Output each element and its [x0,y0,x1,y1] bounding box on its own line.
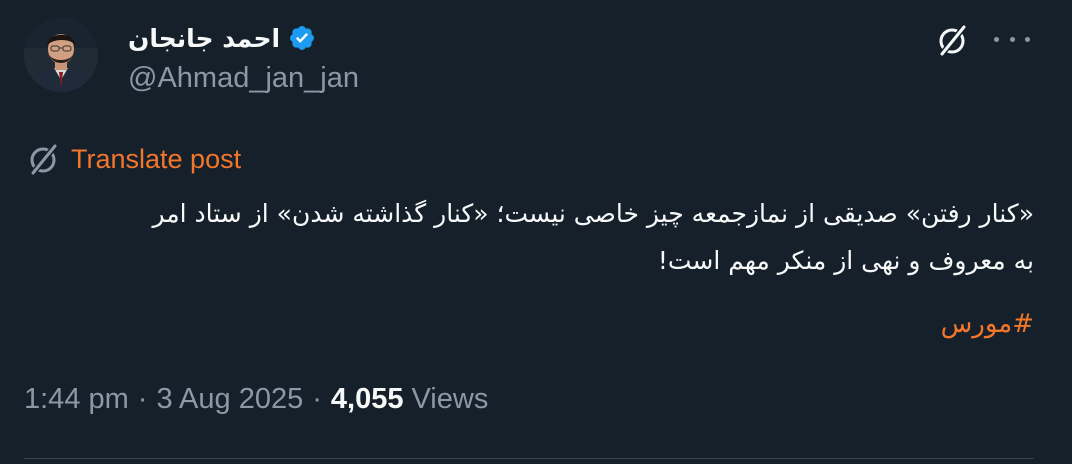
post-time[interactable]: 1:44 pm [24,383,129,416]
meta-separator: · [137,383,148,415]
tweet-text-line-1: «کنار رفتن» صدیقی از نمازجمعه چیز خاصی ن… [152,199,1034,228]
more-options-button[interactable] [994,24,1030,54]
avatar-image [24,18,98,92]
views-count[interactable]: 4,055 [331,383,404,416]
tweet-text-line-2: به معروف و نهی از منکر مهم است! [657,246,1034,275]
meta-separator: · [312,383,322,415]
grok-icon[interactable] [935,22,971,58]
more-horizontal-icon [994,36,999,42]
avatar[interactable] [24,18,98,92]
post-date[interactable]: 3 Aug 2025 [156,383,303,416]
views-label: Views [411,383,489,415]
hashtag-link[interactable]: #مورس [24,304,1034,344]
translate-post-link[interactable]: Translate post [26,141,241,177]
divider [24,458,1034,459]
tweet: احمد جانجان @Ahmad_jan_jan Translate pos… [0,0,1072,464]
tweet-text: «کنار رفتن» صدیقی از نمازجمعه چیز خاصی ن… [24,190,1034,284]
verified-badge-icon [290,26,314,50]
author-handle[interactable]: @Ahmad_jan_jan [128,62,359,95]
translate-post-label[interactable]: Translate post [71,144,241,175]
tweet-metadata: 1:44 pm · 3 Aug 2025 · 4,055 Views [24,383,488,416]
author-display-name[interactable]: احمد جانجان [128,24,280,53]
author-name-row[interactable]: احمد جانجان [128,20,316,56]
grok-translate-icon [30,144,58,175]
